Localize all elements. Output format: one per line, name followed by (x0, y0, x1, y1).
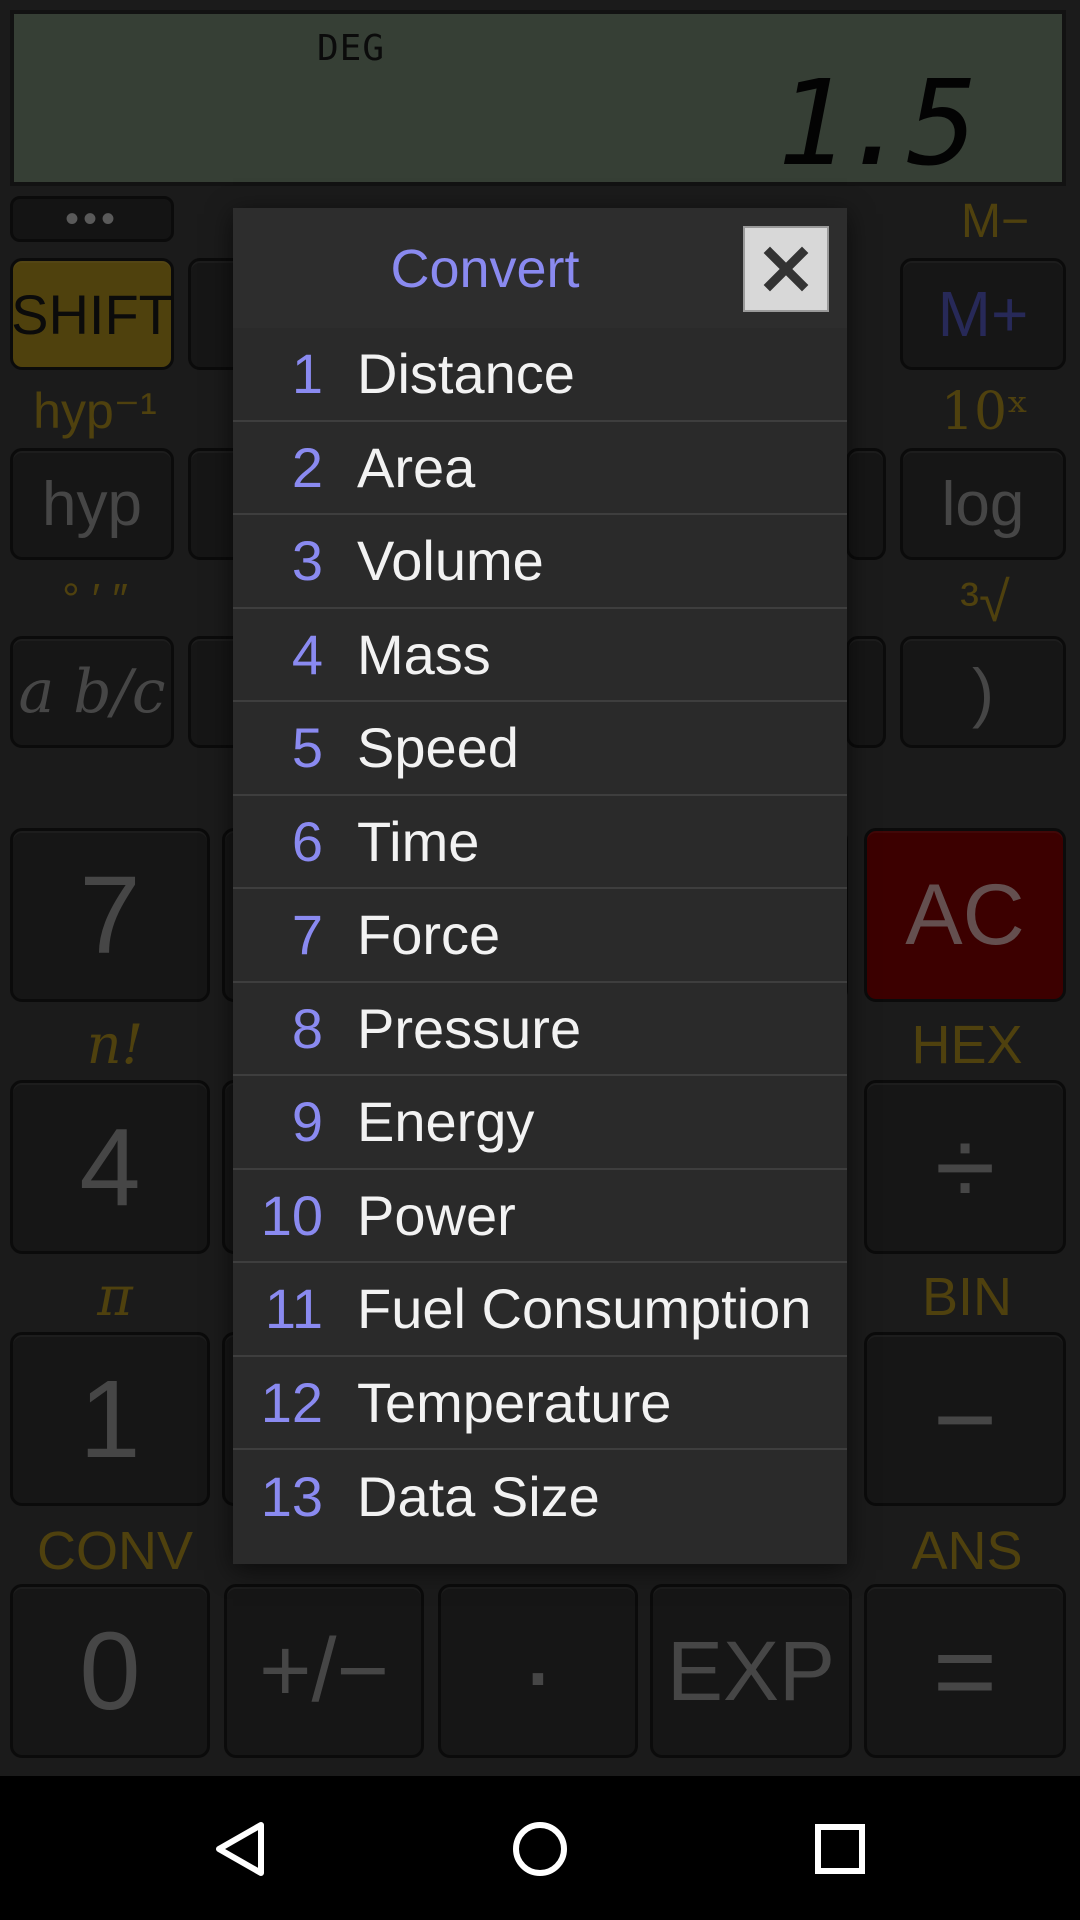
item-number: 10 (260, 1183, 323, 1247)
item-label: Pressure (357, 996, 582, 1060)
convert-item-time[interactable]: 6 Time (233, 795, 847, 889)
item-number: 3 (291, 529, 323, 593)
convert-item-power[interactable]: 10 Power (233, 1169, 847, 1263)
item-label: Fuel Consumption (357, 1277, 812, 1341)
item-number: 2 (291, 435, 323, 499)
item-number: 1 (291, 342, 323, 406)
item-number: 4 (291, 622, 323, 686)
recents-button[interactable] (805, 1814, 875, 1884)
item-label: Distance (357, 342, 575, 406)
close-button[interactable] (743, 226, 829, 312)
convert-item-temperature[interactable]: 12 Temperature (233, 1356, 847, 1450)
dialog-header: Convert (233, 208, 847, 328)
item-number: 13 (260, 1465, 323, 1529)
item-label: Temperature (357, 1370, 672, 1434)
item-number: 12 (260, 1370, 323, 1434)
convert-item-distance[interactable]: 1 Distance (233, 328, 847, 422)
back-triangle-icon (216, 1822, 264, 1876)
item-label: Area (357, 435, 476, 499)
convert-item-data-size[interactable]: 13 Data Size (233, 1450, 847, 1544)
item-label: Data Size (357, 1465, 600, 1529)
calculator-app: DEG 1.5 ••• M− SHIFT M+ hyp⁻¹ 10ˣ hyp lo… (0, 0, 1080, 1776)
item-label: Speed (357, 716, 519, 780)
item-label: Time (357, 809, 480, 873)
convert-item-energy[interactable]: 9 Energy (233, 1076, 847, 1170)
item-label: Energy (357, 1090, 535, 1154)
item-label: Volume (357, 529, 544, 593)
item-label: Mass (357, 622, 491, 686)
item-number: 11 (264, 1277, 323, 1341)
item-number: 9 (291, 1090, 323, 1154)
item-number: 5 (291, 716, 323, 780)
item-label: Force (357, 903, 501, 967)
convert-dialog: Convert 1 Distance 2 Area 3 Volume 4 Mass 5 Speed… (233, 208, 847, 1564)
convert-menu: 1 Distance 2 Area 3 Volume 4 Mass 5 Speed 6 Time 7 Fo… (233, 328, 847, 1544)
back-button[interactable] (206, 1814, 276, 1884)
item-number: 8 (291, 996, 323, 1060)
item-number: 7 (291, 903, 323, 967)
convert-item-mass[interactable]: 4 Mass (233, 608, 847, 702)
convert-item-volume[interactable]: 3 Volume (233, 515, 847, 609)
convert-item-area[interactable]: 2 Area (233, 421, 847, 515)
dialog-title: Convert (390, 239, 580, 299)
convert-item-force[interactable]: 7 Force (233, 889, 847, 983)
convert-item-pressure[interactable]: 8 Pressure (233, 982, 847, 1076)
navigation-bar (0, 1776, 1080, 1920)
home-button[interactable] (505, 1814, 575, 1884)
close-icon (763, 246, 809, 292)
item-number: 6 (291, 809, 323, 873)
convert-item-fuel-consumption[interactable]: 11 Fuel Consumption (233, 1263, 847, 1357)
home-circle-icon (513, 1822, 567, 1876)
item-label: Power (357, 1183, 516, 1247)
convert-item-speed[interactable]: 5 Speed (233, 702, 847, 796)
recents-square-icon (815, 1824, 865, 1874)
